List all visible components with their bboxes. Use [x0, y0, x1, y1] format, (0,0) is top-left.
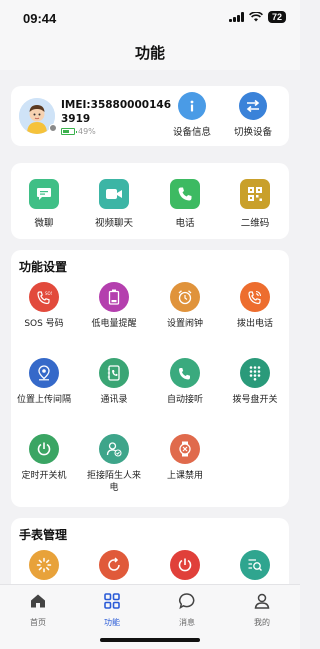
switch-device-button[interactable]: 切换设备	[223, 92, 283, 138]
tab-label: 首页	[30, 618, 46, 627]
watch-management-item[interactable]	[224, 550, 286, 580]
profile-icon	[254, 593, 270, 609]
battery-indicator: 72	[267, 11, 286, 23]
phone-icon	[170, 179, 200, 209]
device-info-button[interactable]: 设备信息	[162, 92, 222, 138]
location-pin-icon	[29, 358, 59, 388]
sos-phone-icon: SOS	[29, 282, 59, 312]
function-label: 位置上传间隔	[16, 395, 71, 405]
quick-action-label: 二维码	[240, 218, 270, 229]
function-label: SOS 号码	[24, 319, 64, 329]
tab-messages[interactable]: 消息	[157, 592, 217, 628]
navigation-bar: 功能	[0, 36, 300, 70]
chat-bubble-icon	[179, 593, 195, 610]
sos-number-button[interactable]: SOS SOS 号码	[13, 282, 75, 330]
function-label: 拨出电话	[236, 319, 273, 329]
tab-label: 消息	[179, 618, 195, 627]
video-camera-icon	[99, 179, 129, 209]
tab-home[interactable]: 首页	[8, 592, 68, 628]
function-label: 低电量提醒	[91, 319, 137, 329]
search-list-icon	[240, 550, 270, 580]
quick-action-wechat[interactable]: 微聊	[14, 179, 74, 229]
quick-action-label: 微聊	[34, 218, 54, 229]
power-off-icon	[170, 550, 200, 580]
grid-icon	[104, 593, 120, 609]
function-label: 自动接听	[166, 395, 203, 405]
status-time: 09:44	[23, 11, 57, 26]
dialpad-toggle-button[interactable]: 拨号盘开关	[224, 358, 286, 406]
quick-actions-card: 微聊 视频聊天 电话 二维码	[11, 163, 289, 239]
switch-device-label: 切换设备	[233, 127, 272, 138]
watch-management-item[interactable]	[13, 550, 75, 580]
battery-percent: 49%	[78, 127, 96, 136]
qrcode-icon	[240, 179, 270, 209]
tab-label: 我的	[254, 618, 270, 627]
watch-management-item[interactable]	[83, 550, 145, 580]
tab-label: 功能	[104, 618, 120, 627]
device-card: IMEI:358800001463919 49% 设备信息 切换设备	[11, 86, 289, 146]
device-imei: IMEI:358800001463919	[61, 99, 171, 125]
device-info-label: 设备信息	[172, 127, 211, 138]
contacts-button[interactable]: 通讯录	[83, 358, 145, 406]
reject-stranger-icon	[99, 434, 129, 464]
info-icon	[178, 92, 206, 120]
dialpad-icon	[240, 358, 270, 388]
quick-action-label: 电话	[175, 218, 195, 229]
svg-text:SOS: SOS	[45, 291, 52, 296]
outgoing-call-button[interactable]: 拨出电话	[224, 282, 286, 330]
home-indicator	[100, 638, 200, 642]
low-battery-alert-button[interactable]: 低电量提醒	[83, 282, 145, 330]
outgoing-call-icon	[240, 282, 270, 312]
tab-profile[interactable]: 我的	[232, 592, 292, 628]
section-title: 功能设置	[19, 260, 68, 274]
low-battery-icon	[99, 282, 129, 312]
function-settings-card: 功能设置 SOS SOS 号码 低电量提醒 设置闹钟 拨出电话 位置上传间隔 通…	[11, 250, 289, 507]
device-battery: 49%	[61, 127, 96, 136]
page-title: 功能	[134, 44, 165, 62]
power-timer-icon	[29, 434, 59, 464]
set-alarm-button[interactable]: 设置闹钟	[154, 282, 216, 330]
loading-icon	[29, 550, 59, 580]
quick-action-video-chat[interactable]: 视频聊天	[84, 179, 144, 229]
quick-action-phone[interactable]: 电话	[155, 179, 215, 229]
auto-answer-button[interactable]: 自动接听	[154, 358, 216, 406]
alarm-clock-icon	[170, 282, 200, 312]
reject-stranger-calls-button[interactable]: 拒接陌生人来电	[83, 434, 145, 494]
quick-action-label: 视频聊天	[94, 218, 133, 229]
auto-answer-icon	[170, 358, 200, 388]
battery-level-icon	[61, 128, 77, 135]
watch-management-item[interactable]	[154, 550, 216, 580]
function-label: 通讯录	[100, 395, 128, 405]
status-icons: 72	[229, 11, 286, 23]
function-label: 设置闹钟	[166, 319, 203, 329]
contacts-book-icon	[99, 358, 129, 388]
location-upload-interval-button[interactable]: 位置上传间隔	[13, 358, 75, 406]
function-label: 上课禁用	[166, 471, 203, 481]
tab-function[interactable]: 功能	[82, 592, 142, 628]
home-icon	[31, 594, 45, 608]
function-label: 拨号盘开关	[232, 395, 278, 405]
status-bar: 09:44 72	[0, 0, 300, 36]
switch-arrows-icon	[239, 92, 267, 120]
wifi-icon	[249, 12, 263, 22]
section-title: 手表管理	[19, 528, 68, 542]
online-status-dot	[49, 124, 57, 132]
signal-icon	[229, 12, 244, 22]
chat-icon	[29, 179, 59, 209]
class-disable-button[interactable]: 上课禁用	[154, 434, 216, 482]
restart-icon	[99, 550, 129, 580]
class-disable-icon	[170, 434, 200, 464]
function-label: 定时开关机	[21, 471, 67, 481]
quick-action-qrcode[interactable]: 二维码	[225, 179, 285, 229]
function-label: 拒接陌生人来电	[86, 471, 141, 493]
scheduled-power-button[interactable]: 定时开关机	[13, 434, 75, 482]
